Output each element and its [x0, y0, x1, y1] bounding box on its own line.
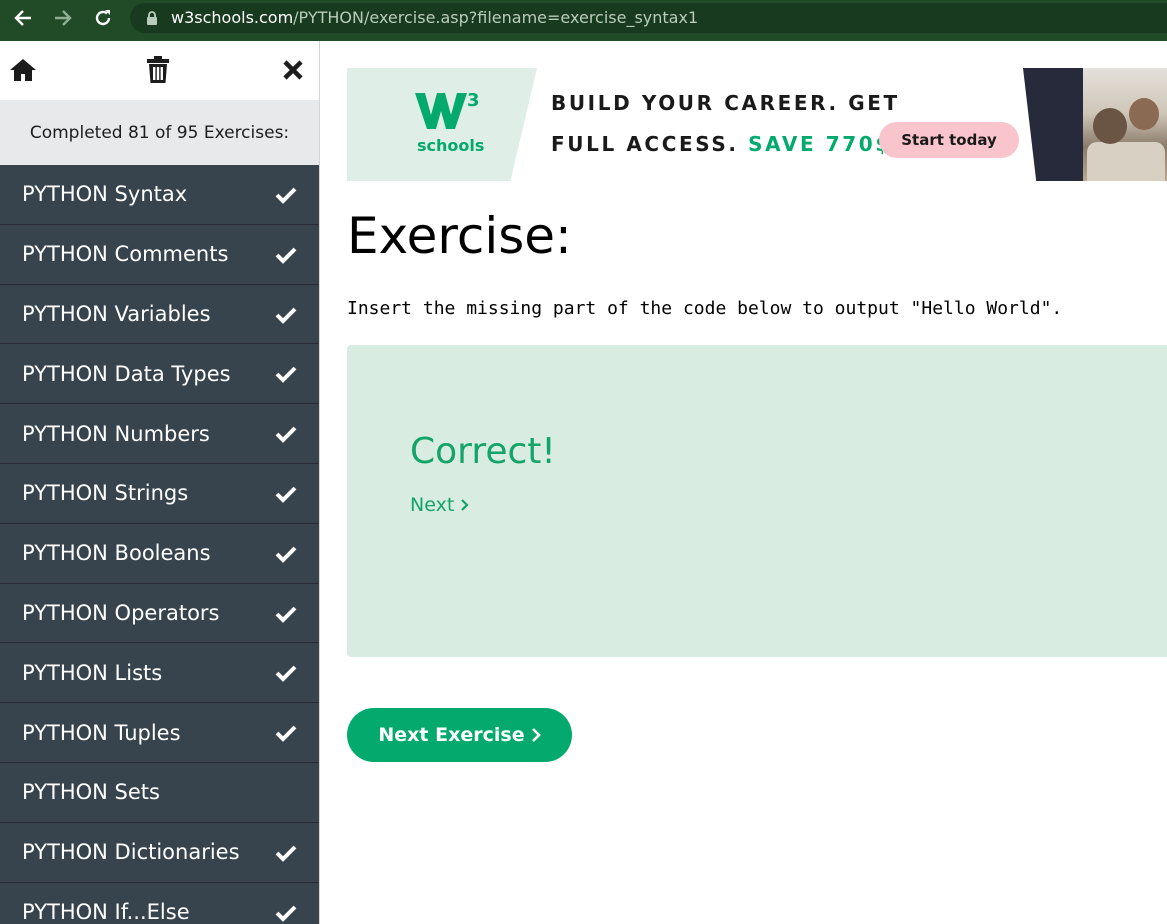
next-link[interactable]: Next	[410, 494, 469, 516]
url-host: w3schools.com	[171, 8, 294, 27]
sidebar-topic-label: PYTHON Sets	[22, 780, 160, 805]
sidebar-topic-label: PYTHON Data Types	[22, 361, 231, 386]
w3schools-logo-icon	[415, 93, 467, 134]
ad-photo-table	[1087, 142, 1165, 181]
sidebar-topic-label: PYTHON Comments	[22, 242, 229, 267]
reload-icon[interactable]	[88, 5, 118, 31]
ad-decoration	[1023, 68, 1083, 181]
checkmark-icon	[275, 305, 297, 329]
sidebar-topic-label: PYTHON Operators	[22, 600, 220, 625]
progress-summary: Completed 81 of 95 Exercises:	[0, 100, 319, 165]
checkmark-icon	[275, 843, 297, 867]
ad-headline-2: FULL ACCESS. SAVE 770$	[551, 132, 892, 156]
next-link-label: Next	[410, 494, 455, 516]
checkmark-icon	[275, 544, 297, 568]
sidebar-topic[interactable]: PYTHON Syntax	[0, 165, 319, 225]
trash-icon[interactable]	[143, 55, 173, 85]
close-icon[interactable]	[278, 55, 308, 85]
exercise-sidebar: Completed 81 of 95 Exercises: PYTHON Syn…	[0, 41, 320, 924]
sidebar-topic-label: PYTHON Syntax	[22, 182, 188, 207]
chevron-right-icon	[531, 728, 541, 742]
sidebar-topic[interactable]: PYTHON Sets	[0, 762, 319, 823]
result-message: Correct!	[410, 431, 556, 472]
sidebar-topic[interactable]: PYTHON Dictionaries	[0, 822, 319, 883]
ad-headline-2-prefix: FULL ACCESS.	[551, 132, 739, 156]
sidebar-topic-label: PYTHON If...Else	[22, 899, 190, 924]
sidebar-topic-label: PYTHON Numbers	[22, 421, 210, 446]
sidebar-topic[interactable]: PYTHON Data Types	[0, 344, 319, 405]
sidebar-topic[interactable]: PYTHON Lists	[0, 643, 319, 704]
ad-headline-1: BUILD YOUR CAREER. GET	[551, 91, 900, 115]
lock-icon	[146, 11, 158, 30]
checkmark-icon	[275, 185, 297, 209]
ad-start-today-button[interactable]: Start today	[879, 122, 1019, 158]
sidebar-topic-label: PYTHON Lists	[22, 660, 163, 685]
sidebar-topic[interactable]: PYTHON Booleans	[0, 523, 319, 584]
sidebar-topic[interactable]: PYTHON Comments	[0, 224, 319, 285]
checkmark-icon	[275, 424, 297, 448]
ad-photo-person	[1093, 108, 1127, 144]
checkmark-icon	[275, 604, 297, 628]
sidebar-topic-label: PYTHON Strings	[22, 481, 189, 506]
sidebar-topic[interactable]: PYTHON Numbers	[0, 404, 319, 464]
checkmark-icon	[275, 723, 297, 747]
chevron-right-icon	[461, 499, 469, 511]
checkmark-icon	[275, 245, 297, 269]
checkmark-icon	[275, 364, 297, 388]
checkmark-icon	[275, 484, 297, 508]
back-arrow-icon[interactable]	[8, 5, 38, 31]
ad-logo-text: schools	[417, 136, 485, 155]
next-exercise-label: Next Exercise	[378, 724, 525, 746]
ad-logo-sup: 3	[467, 90, 480, 111]
sidebar-topic-label: PYTHON Variables	[22, 301, 211, 326]
sidebar-toolbar	[0, 41, 319, 100]
home-icon[interactable]	[8, 55, 38, 85]
sidebar-topic[interactable]: PYTHON Tuples	[0, 703, 319, 763]
sidebar-topic[interactable]: PYTHON Operators	[0, 583, 319, 644]
sidebar-topic[interactable]: PYTHON If...Else	[0, 882, 319, 924]
sidebar-topic-label: PYTHON Dictionaries	[22, 840, 240, 865]
url-path: /PYTHON/exercise.asp?filename=exercise_s…	[293, 8, 699, 27]
forward-arrow-icon[interactable]	[48, 5, 78, 31]
main-content: 3 schools BUILD YOUR CAREER. GET FULL AC…	[347, 41, 1167, 924]
url-text[interactable]: w3schools.com/PYTHON/exercise.asp?filena…	[171, 8, 698, 27]
ad-banner[interactable]: 3 schools BUILD YOUR CAREER. GET FULL AC…	[347, 68, 1167, 181]
ad-save-highlight: SAVE 770$	[748, 132, 892, 156]
ad-photo	[1083, 68, 1167, 181]
checkmark-icon	[275, 663, 297, 687]
browser-toolbar: w3schools.com/PYTHON/exercise.asp?filena…	[0, 0, 1167, 41]
sidebar-topic-label: PYTHON Tuples	[22, 720, 181, 745]
ad-photo-person	[1129, 98, 1159, 130]
topic-list: PYTHON Syntax PYTHON Comments PYTHON Varia…	[0, 165, 319, 924]
checkmark-icon	[275, 903, 297, 924]
result-panel: Correct! Next	[347, 345, 1167, 657]
page-title: Exercise:	[347, 207, 572, 265]
sidebar-topic[interactable]: PYTHON Variables	[0, 284, 319, 345]
sidebar-topic-label: PYTHON Booleans	[22, 541, 211, 566]
sidebar-topic[interactable]: PYTHON Strings	[0, 463, 319, 524]
exercise-instruction: Insert the missing part of the code belo…	[347, 298, 1063, 319]
next-exercise-button[interactable]: Next Exercise	[347, 708, 572, 762]
